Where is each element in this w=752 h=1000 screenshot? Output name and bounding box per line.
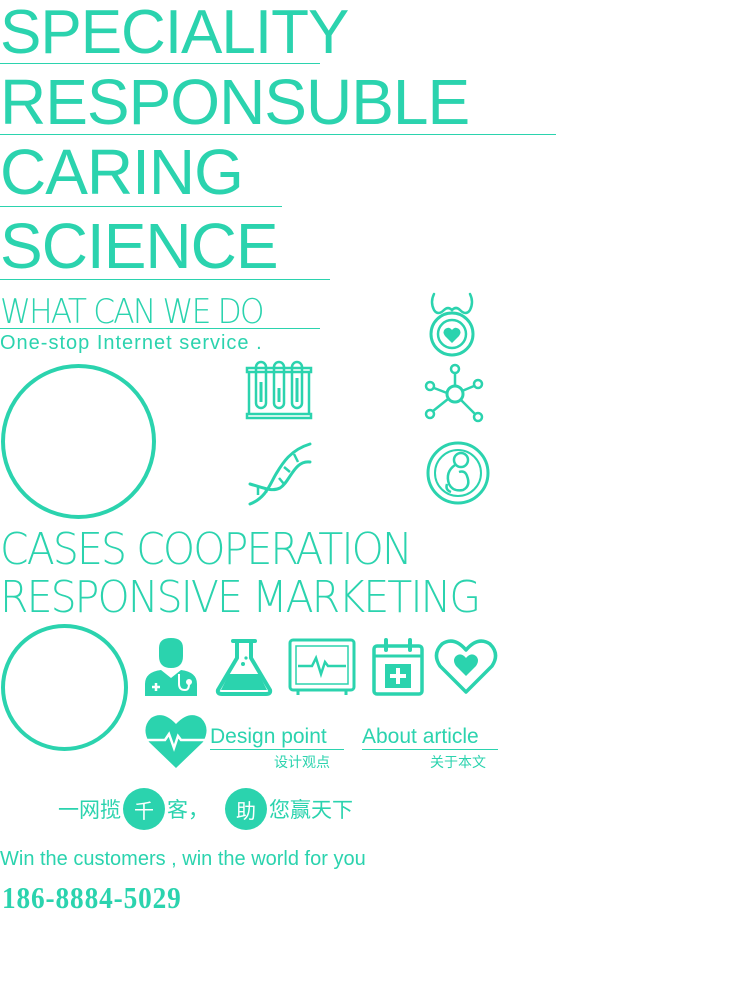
headline-responsuble: RESPONSUBLE (0, 66, 470, 138)
headline-divider (0, 279, 330, 280)
services-subtitle: One-stop Internet service . (0, 332, 263, 354)
slogan-badge-zhu: 助 (225, 788, 267, 830)
link-underline (210, 749, 344, 750)
design-point-cn-label: 设计观点 (274, 755, 330, 771)
molecule-icon (424, 363, 484, 423)
medical-calendar-icon (372, 638, 424, 696)
headline-divider (0, 134, 556, 135)
slogan-en: Win the customers , win the world for yo… (0, 848, 366, 870)
headline-speciality: SPECIALITY (0, 0, 349, 67)
heartbeat-heart-icon (145, 715, 207, 768)
decorative-ring (1, 624, 128, 751)
link-underline (362, 749, 498, 750)
fetus-icon (426, 441, 490, 505)
slogan-cn: 一网揽 千 客， 助 您赢天下 (58, 788, 353, 830)
decorative-ring (1, 364, 156, 519)
services-divider (0, 328, 320, 329)
marketing-heading: RESPONSIVE MARKETING (0, 572, 481, 623)
phone-number[interactable]: 186-8884-5029 (2, 880, 182, 916)
cases-heading: CASES COOPERATION (0, 524, 413, 575)
slogan-cn-part3: 您赢天下 (269, 798, 353, 822)
doctor-icon (145, 638, 197, 696)
flask-icon (215, 639, 273, 696)
headline-divider (0, 63, 320, 64)
slogan-cn-part1: 一网揽 (58, 798, 121, 822)
heart-monitor-icon (288, 638, 356, 695)
test-tubes-icon (245, 360, 313, 420)
headline-science: SCIENCE (0, 210, 278, 282)
headline-caring: CARING (0, 136, 244, 208)
about-article-cn-label: 关于本文 (430, 755, 486, 771)
headline-divider (0, 206, 282, 207)
about-article-link[interactable]: About article (362, 725, 479, 749)
pregnancy-heart-icon (429, 292, 475, 357)
dna-icon (248, 442, 312, 506)
slogan-badge-qian: 千 (123, 788, 165, 830)
slogan-cn-part2: 客， (167, 798, 209, 822)
design-point-link[interactable]: Design point (210, 725, 327, 749)
heart-outline-icon (434, 639, 498, 694)
services-title: WHAT CAN WE DO (0, 292, 264, 332)
